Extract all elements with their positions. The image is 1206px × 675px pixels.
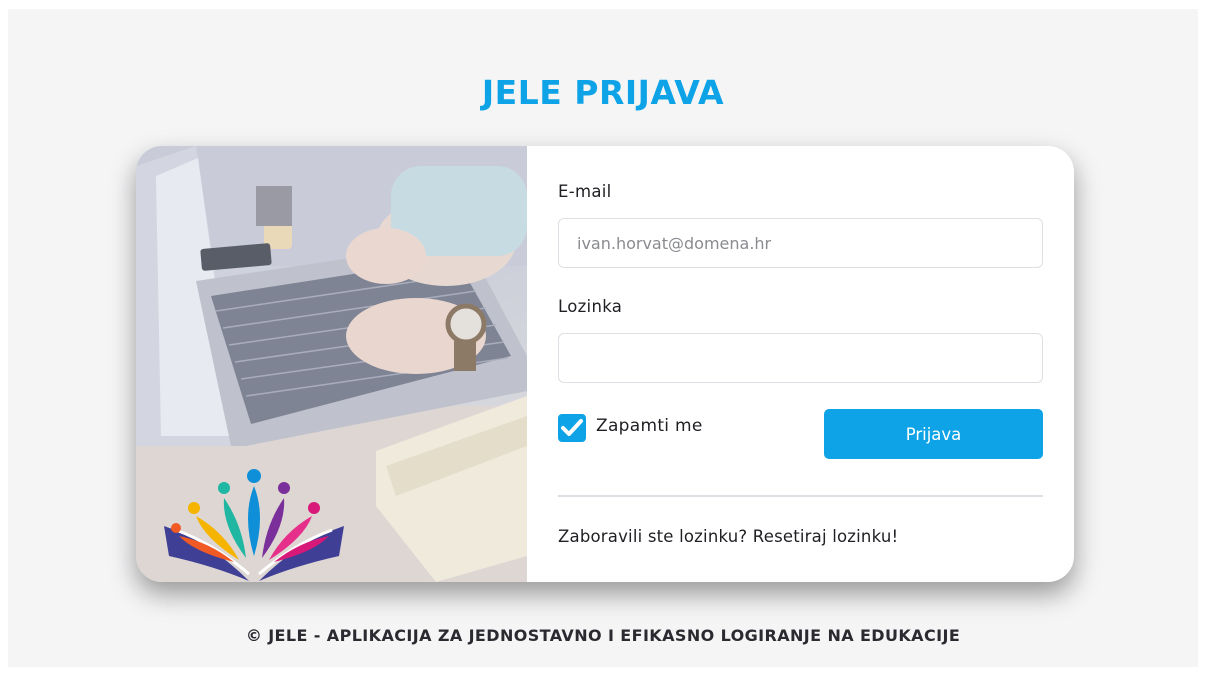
email-field[interactable] [558,218,1043,268]
forgot-password-link[interactable]: Zaboravili ste lozinku? Resetiraj lozink… [558,527,898,546]
laptop-photo [136,146,527,582]
remember-me-label[interactable]: Zapamti me [596,416,703,436]
open-book-people-logo [164,469,344,581]
email-label: E-mail [558,182,612,201]
footer-text: © JELE - APLIKACIJA ZA JEDNOSTAVNO I EFI… [245,626,961,645]
divider [558,495,1043,497]
remember-me-checkbox[interactable] [558,414,586,442]
password-field[interactable] [558,333,1043,383]
login-card: E-mail Lozinka Zapamti me Prijava Zabora… [136,146,1074,582]
login-button[interactable]: Prijava [824,409,1043,459]
page-title: JELE PRIJAVA [481,73,725,112]
login-form: E-mail Lozinka Zapamti me Prijava Zabora… [527,146,1074,582]
checkmark-icon [561,419,583,436]
page-background: JELE PRIJAVA E-mail ivan.horvat@domena.h… [8,9,1198,667]
password-label: Lozinka [558,297,623,316]
